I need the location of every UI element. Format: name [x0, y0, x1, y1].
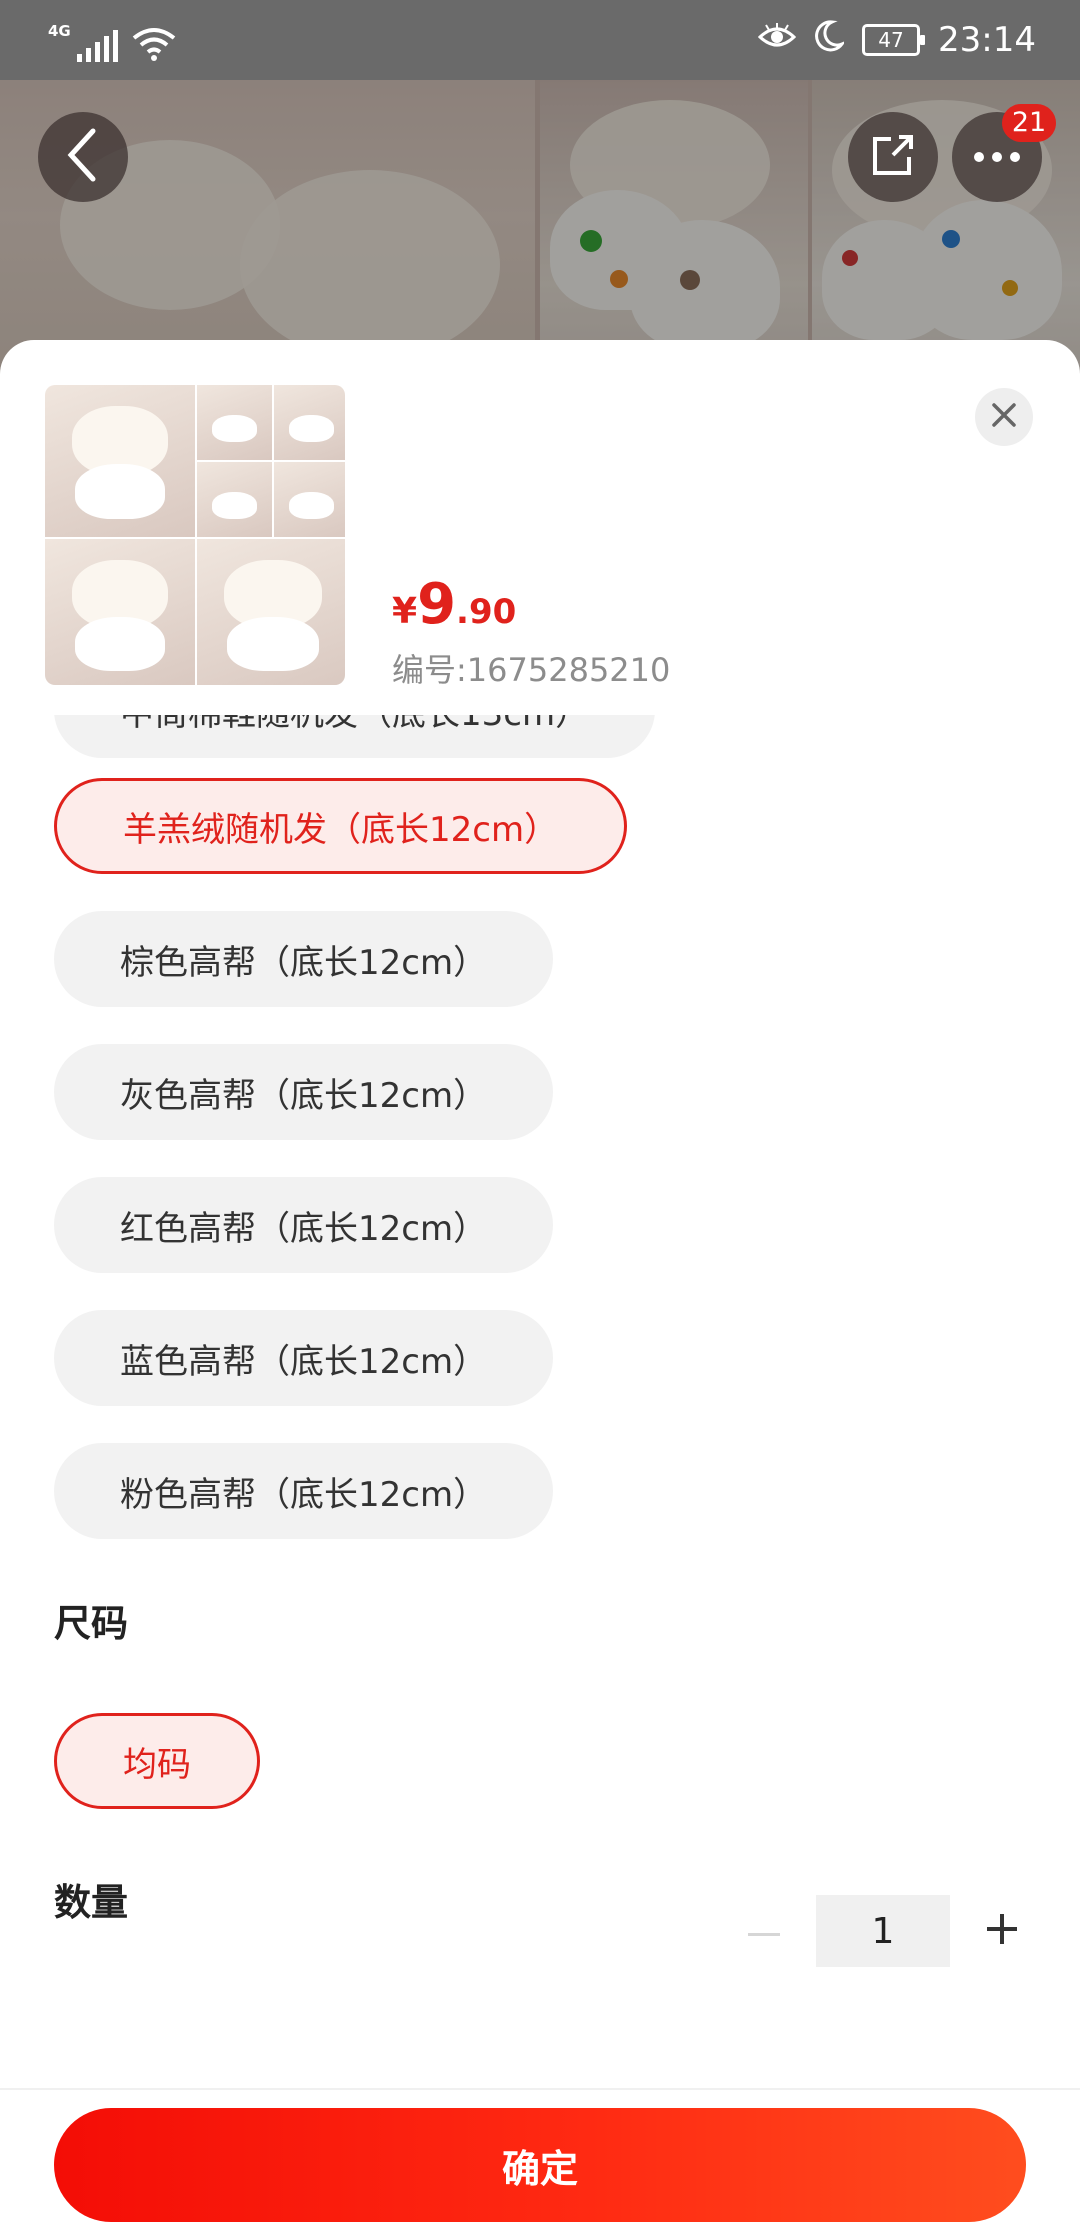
increase-quantity-button[interactable]	[972, 1901, 1032, 1961]
signal-icon	[76, 30, 118, 62]
size-option-one-size[interactable]: 均码	[54, 1713, 260, 1809]
divider	[0, 2088, 1080, 2090]
close-icon	[990, 401, 1018, 433]
network-type: 4G	[48, 22, 71, 40]
chevron-left-icon	[63, 127, 103, 187]
color-option-brown[interactable]: 棕色高帮（底长12cm）	[54, 911, 554, 1007]
confirm-button[interactable]: 确定	[54, 2108, 1026, 2222]
color-option-pink[interactable]: 粉色高帮（底长12cm）	[54, 1443, 554, 1539]
color-option-lambswool[interactable]: 羊羔绒随机发（底长12cm）	[54, 778, 628, 874]
more-dots-icon	[973, 148, 1021, 167]
share-icon	[869, 131, 917, 183]
sku-selector-sheet: ¥9.90 编号:1675285210 中筒棉鞋随机发（底长13cm） 羊羔绒随…	[0, 340, 1080, 2240]
product-price: ¥9.90	[392, 572, 517, 637]
plus-icon	[985, 1912, 1019, 1950]
decrease-quantity-button[interactable]	[734, 1901, 794, 1961]
more-button[interactable]: 21	[952, 104, 1056, 202]
battery-icon: 47	[862, 24, 926, 56]
status-bar: 4G 47 23:14	[0, 0, 1080, 80]
quantity-input[interactable]: 1	[816, 1895, 950, 1967]
clock: 23:14	[938, 20, 1036, 60]
color-option-red[interactable]: 红色高帮（底长12cm）	[54, 1177, 554, 1273]
product-thumbnail[interactable]	[45, 385, 345, 685]
color-option-mid-boot[interactable]: 中筒棉鞋随机发（底长13cm）	[54, 715, 656, 758]
color-option-gray[interactable]: 灰色高帮（底长12cm）	[54, 1044, 554, 1140]
notification-badge: 21	[1002, 104, 1056, 142]
quantity-section-title: 数量	[54, 1881, 128, 1924]
close-button[interactable]	[975, 388, 1033, 446]
eye-comfort-icon	[757, 20, 797, 60]
wifi-icon	[132, 26, 176, 62]
moon-icon	[814, 19, 847, 61]
minus-icon	[748, 1922, 780, 1941]
back-button[interactable]	[38, 112, 128, 202]
share-button[interactable]	[848, 112, 938, 202]
quantity-stepper: 1	[734, 1895, 1032, 1967]
size-section-title: 尺码	[54, 1602, 128, 1645]
product-code: 编号:1675285210	[392, 651, 671, 689]
color-option-blue[interactable]: 蓝色高帮（底长12cm）	[54, 1310, 554, 1406]
